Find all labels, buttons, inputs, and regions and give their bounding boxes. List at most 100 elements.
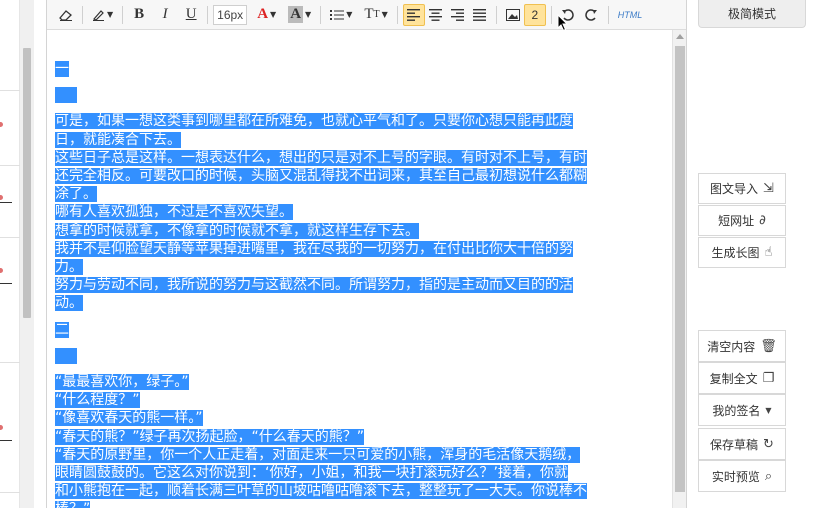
chevron-down-icon: ▼ [305,10,312,19]
text-line: 眼睛圆鼓鼓的。它这么对你说到：‘你好，小姐，和我一块打滚玩好么？’接着，你就 [55,465,568,482]
toolbar-separator [607,5,609,24]
text-line: 这些日子总是这样。一想表达什么，想出的只是对不上号的字眼。有时对不上号，有时 [55,149,587,166]
hand-pointer-icon: ☝ [764,245,773,260]
side-button-label: 生成长图 [711,246,760,260]
dash-mark [0,440,12,441]
rich-text-editor: ▼ B I U 16px A ▼ A ▼ ▼ T T ▼ 2 HTML 一 可是… [46,0,687,508]
side-button-label: 图文导入 [710,182,759,196]
toolbar-separator [550,5,552,24]
copy-icon: ❐ [762,370,775,386]
toolbar-separator [495,5,497,24]
toolbar-separator [82,5,83,24]
page-scrollbar[interactable] [20,0,34,508]
text-line: 棒？” [55,500,665,508]
marker-dot [0,425,3,430]
redo-icon[interactable] [581,4,603,26]
side-button-label: 短网址 [718,214,755,228]
text-line: 可是，如果一想这类事到哪里都在所难免，也就心平气和了。只要你心想只能再此度 [55,113,573,130]
paragraph-two: “最最喜欢你，绿子。” “什么程度？” “像喜欢春天的熊一样。” “春天的熊？”绿子再… [55,373,665,508]
text-size-icon[interactable]: T T ▼ [360,4,391,26]
link-icon: ∂ [759,213,766,228]
marker-dot [0,195,3,200]
editor-content[interactable]: 一 可是，如果一想这类事到哪里都在所难免，也就心平气和了。只要你心想只能再此度日… [55,60,665,508]
count-badge[interactable]: 2 [523,3,546,26]
dash-mark [0,283,12,284]
side-button-6[interactable]: 我的签名 ▼ [698,394,786,426]
marker-dot [0,122,3,127]
heading-one: 一 [55,61,69,77]
divider [0,362,20,363]
paragraph-one: 可是，如果一想这类事到哪里都在所难免，也就心平气和了。只要你心想只能再此度 日，就… [55,112,665,312]
divider [0,90,20,91]
text-line: “最最喜欢你，绿子。” [55,374,189,391]
preview-icon: ⌕ [764,468,773,484]
side-button-label: 清空内容 [707,339,756,354]
side-button-5[interactable]: 复制全文 ❐ [698,362,786,394]
heading-two: 二 [55,321,69,338]
scroll-up-arrow-icon[interactable] [676,34,684,39]
text-line: 想拿的时候就拿，不像拿的时候就不拿，就这样生存下去。 [55,222,419,239]
chevron-down-icon: ▼ [270,10,277,19]
side-button-label: 保存草稿 [710,437,759,452]
editor-toolbar: ▼ B I U 16px A ▼ A ▼ ▼ T T ▼ 2 HTML [47,0,686,30]
background-page-strip [0,0,20,508]
divider [0,492,20,493]
font-color-button[interactable]: A ▼ [253,4,280,26]
dropdown-caret-icon: ▼ [765,405,772,415]
empty-line [55,86,665,104]
underline-button[interactable]: U [180,4,202,26]
dash-mark [0,202,12,203]
text-line: 我并不是仰脸望天静等苹果掉进嘴里，我在尽我的一切努力，在付出比你大十倍的努 [55,240,573,257]
side-button-3[interactable]: 生成长图 ☝ [698,237,786,268]
align-right-icon[interactable] [447,4,469,26]
editor-scrollbar-thumb[interactable] [675,46,685,492]
trash-icon: 🗑 [760,338,777,354]
align-left-icon[interactable] [402,3,425,26]
divider [0,165,20,166]
side-button-7[interactable]: 保存草稿 ↻ [698,428,786,460]
import-icon: ⇲ [763,181,774,196]
text-line: “春天的原野里，你一个人正走着，对面走来一只可爱的小熊，浑身的毛活像天鹅绒， [55,446,581,463]
side-button-label: 我的签名 [712,403,761,418]
highlight-color-button[interactable]: A ▼ [284,4,315,26]
side-button-label: 复制全文 [709,371,758,386]
marker-dot [0,268,3,273]
minimal-mode-button[interactable]: 极简模式 [698,0,806,28]
text-line: 还完全相反。可要改口的时候，头脑又混乱得找不出词来，其至自己最初想说什么都糊 [55,168,587,185]
text-line: 哪有人喜欢孤独，不过是不喜欢失望。 [55,204,293,221]
side-button-2[interactable]: 短网址 ∂ [698,205,786,236]
text-line: “春天的熊？”绿子再次扬起脸，“什么春天的熊？” [55,428,365,445]
font-size-select[interactable]: 16px [213,4,248,25]
italic-button[interactable]: I [154,4,176,26]
text-line: 日，就能凑合下去。 [55,131,181,148]
text-line: 涂了。 [55,186,97,203]
text-line: “像喜欢春天的熊一样。” [55,410,203,427]
align-justify-icon[interactable] [469,4,491,26]
format-painter-icon[interactable]: ▼ [88,4,117,26]
side-button-1[interactable]: 图文导入 ⇲ [698,173,786,204]
bold-button[interactable]: B [128,4,150,26]
text-line: “什么程度？” [55,392,140,409]
eraser-icon[interactable] [55,4,77,26]
mouse-cursor-icon [557,14,569,32]
empty-line [55,347,665,365]
editor-scrollbar[interactable] [672,30,686,508]
side-button-label: 实时预览 [711,469,760,484]
image-icon[interactable] [502,4,524,26]
text-line: 动。 [55,295,83,312]
side-button-8[interactable]: 实时预览 ⌕ [698,460,786,492]
refresh-icon: ↻ [763,436,774,452]
text-line: 和小熊抱在一起，顺着长满三叶草的山坡咕噜咕噜滚下去，整整玩了一大天。你说棒不 [55,483,587,500]
divider [0,237,20,238]
toolbar-separator [320,5,322,24]
page-scrollbar-thumb[interactable] [23,48,31,318]
toolbar-separator [396,5,398,24]
align-center-icon[interactable] [425,4,447,26]
toolbar-separator [207,5,209,24]
html-source-button[interactable]: HTML [614,4,647,26]
chevron-down-icon: ▼ [107,10,114,19]
text-line: 力。 [55,259,83,276]
text-line: 努力与劳动不同，我所说的努力与这截然不同。所谓努力，指的是主动而又目的的活 [55,277,573,294]
list-icon[interactable]: ▼ [326,4,356,26]
side-button-4[interactable]: 清空内容 🗑 [698,330,786,362]
